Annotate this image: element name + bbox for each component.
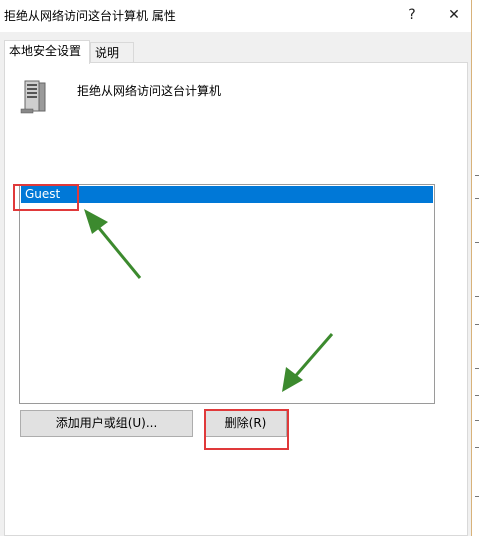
- list-item-guest[interactable]: Guest: [21, 186, 433, 203]
- policy-title: 拒绝从网络访问这台计算机: [77, 84, 222, 98]
- tab-local-security-setting[interactable]: 本地安全设置: [4, 40, 90, 64]
- add-user-or-group-button[interactable]: 添加用户或组(U)...: [20, 410, 193, 437]
- users-listbox[interactable]: Guest: [19, 184, 435, 404]
- help-button[interactable]: ?: [397, 4, 427, 26]
- server-icon: [20, 80, 46, 114]
- properties-dialog: 拒绝从网络访问这台计算机 属性 ? ✕ 本地安全设置 说明 拒绝从网络访问这台计…: [0, 0, 481, 536]
- background-window-edge: [471, 0, 481, 536]
- tab-explain[interactable]: 说明: [90, 42, 134, 64]
- tab-panel: 拒绝从网络访问这台计算机 Guest 添加用户或组(U)... 删除(R): [4, 62, 468, 536]
- tab-strip: 本地安全设置 说明: [0, 32, 471, 64]
- close-button[interactable]: ✕: [439, 4, 469, 26]
- remove-button[interactable]: 删除(R): [204, 410, 287, 437]
- title-bar: 拒绝从网络访问这台计算机 属性 ? ✕: [0, 0, 471, 32]
- window-title: 拒绝从网络访问这台计算机 属性: [4, 9, 176, 23]
